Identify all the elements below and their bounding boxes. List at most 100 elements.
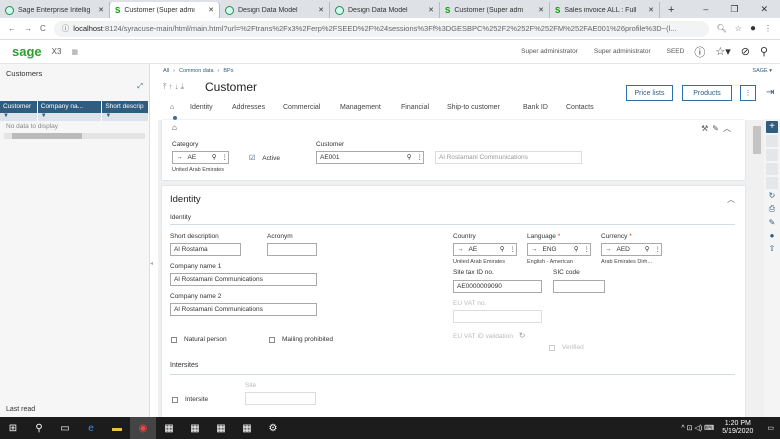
browser-tab[interactable]: Sage Enterprise Intellig ✕ <box>0 2 110 18</box>
company-name-1-field[interactable]: Al Rostamani Communications <box>170 273 317 286</box>
clock[interactable]: 1:20 PM 5/19/2020 <box>722 420 753 436</box>
country-field[interactable]: → AE ⚲ ⋮ <box>453 243 517 256</box>
column-header[interactable]: Company na... <box>38 101 103 113</box>
back-icon[interactable]: ← <box>8 24 16 33</box>
close-tab-icon[interactable]: ✕ <box>318 6 324 14</box>
vertical-scrollbar[interactable] <box>752 120 762 417</box>
forward-icon[interactable]: → <box>24 24 32 33</box>
browser-tab[interactable]: S Customer (Super adm ✕ <box>440 2 550 18</box>
system-tray-icons[interactable]: ^ ⊡ ◁) ⌨ <box>681 424 714 432</box>
collapse-panel-handle[interactable]: ◂ <box>150 260 153 267</box>
acronym-field[interactable] <box>267 243 317 256</box>
zoom-icon[interactable]: 🔍︎ <box>717 24 727 33</box>
currency-field[interactable]: → AED ⚲ ⋮ <box>601 243 662 256</box>
app-icon[interactable]: ▦ <box>234 417 260 439</box>
collapse-section-icon[interactable]: ︿ <box>727 194 735 205</box>
language-field[interactable]: → ENG ⚲ ⋮ <box>527 243 591 256</box>
card-actions[interactable]: ⚒✎︿ <box>701 123 735 134</box>
attachment-icon[interactable]: ✎ <box>764 218 780 227</box>
new-tab-button[interactable]: + <box>660 4 682 18</box>
navigation-icon[interactable]: ⊘ <box>741 45 750 58</box>
search-icon[interactable]: ⚲ <box>760 45 768 58</box>
filter-icon[interactable]: ▼ <box>0 113 38 121</box>
close-tab-icon[interactable]: ✕ <box>98 6 104 14</box>
app-icon[interactable]: ▦ <box>156 417 182 439</box>
maximize-button[interactable]: ❐ <box>730 4 738 15</box>
bookmark-star-icon[interactable]: ☆ <box>735 24 742 33</box>
delete-button[interactable] <box>766 163 778 175</box>
browser-tab[interactable]: Design Data Model ✕ <box>330 2 440 18</box>
breadcrumb-item[interactable]: Common data <box>179 68 214 74</box>
file-explorer-icon[interactable]: ▬ <box>104 417 130 439</box>
tab-identity[interactable]: Identity <box>190 104 232 111</box>
price-lists-button[interactable]: Price lists <box>626 85 673 101</box>
reload-icon[interactable]: C <box>40 24 46 33</box>
filter-icon[interactable]: ▼ <box>102 113 149 121</box>
close-tab-icon[interactable]: ✕ <box>648 6 654 14</box>
sic-code-field[interactable] <box>553 280 605 293</box>
tab-bank-id[interactable]: Bank ID <box>523 104 566 111</box>
close-tab-icon[interactable]: ✕ <box>428 6 434 14</box>
create-button[interactable]: + <box>766 121 778 133</box>
refresh-icon[interactable]: ↻ <box>764 191 780 200</box>
help-icon[interactable]: ⓘ <box>694 44 705 60</box>
user-name[interactable]: Super administrator <box>521 48 578 55</box>
close-tab-icon[interactable]: ✕ <box>538 6 544 14</box>
tab-ship-to-customer[interactable]: Ship-to customer <box>447 104 523 111</box>
breadcrumb-item[interactable]: All <box>163 68 169 74</box>
role-name[interactable]: Super administrator <box>594 48 651 55</box>
search-icon[interactable]: ⚲ <box>26 417 52 439</box>
products-button[interactable]: Products <box>682 85 732 101</box>
browser-tab-active[interactable]: S Customer (Super admi ✕ <box>110 2 220 18</box>
task-view-icon[interactable]: ▭ <box>52 417 78 439</box>
short-description-field[interactable]: Al Rostama <box>170 243 241 256</box>
site-tax-field[interactable]: AE0000009090 <box>453 280 542 293</box>
calendar-icon[interactable]: ▦ <box>71 48 78 56</box>
tab-commercial[interactable]: Commercial <box>283 104 340 111</box>
cancel-button[interactable] <box>766 177 778 189</box>
browser-menu-icon[interactable]: ⋮ <box>764 24 772 33</box>
company-name-2-field[interactable]: Al Rostamani Communications <box>170 303 317 316</box>
horizontal-scrollbar[interactable] <box>4 133 145 139</box>
notifications-icon[interactable]: ▭ <box>767 424 774 432</box>
start-icon[interactable]: ⊞ <box>0 417 26 439</box>
close-window-button[interactable]: ✕ <box>760 4 768 15</box>
comment-icon[interactable]: ● <box>764 231 780 240</box>
expand-icon[interactable]: ⤢ <box>0 83 149 91</box>
mailing-prohibited-checkbox[interactable]: Mailing prohibited <box>269 336 333 343</box>
settings-icon[interactable]: ⚙ <box>260 417 286 439</box>
sage-logo[interactable]: sage <box>12 44 42 59</box>
tab-contacts[interactable]: Contacts <box>566 104 606 111</box>
tab-management[interactable]: Management <box>340 104 401 111</box>
share-icon[interactable]: ⇧ <box>764 244 780 253</box>
tab-addresses[interactable]: Addresses <box>232 104 283 111</box>
chrome-icon[interactable]: ◉ <box>130 417 156 439</box>
active-checkbox[interactable]: ☑ Active <box>249 154 280 163</box>
filter-icon[interactable]: ▼ <box>38 113 103 121</box>
column-header[interactable]: Short descrip <box>102 101 149 113</box>
browser-tab[interactable]: S Sales invoice ALL : Full ✕ <box>550 2 660 18</box>
profile-icon[interactable]: ● <box>750 23 756 34</box>
app-icon[interactable]: ▦ <box>208 417 234 439</box>
customer-field[interactable]: AE001 ⚲ ⋮ <box>316 151 424 164</box>
minimize-button[interactable]: – <box>703 4 708 15</box>
intersite-checkbox[interactable]: Intersite <box>172 396 208 403</box>
record-navigation-icons[interactable]: ⤒↑↓⤓ <box>163 82 186 92</box>
save-button[interactable] <box>766 135 778 147</box>
more-actions-button[interactable]: ⋮ <box>740 85 756 101</box>
print-icon[interactable]: ⎙ <box>764 204 780 214</box>
folder-name[interactable]: SEED <box>667 48 685 55</box>
url-input[interactable]: ⓘ localhost:8124/syracuse-main/html/main.… <box>53 20 709 37</box>
edge-icon[interactable]: e <box>78 417 104 439</box>
natural-person-checkbox[interactable]: Natural person <box>171 336 227 343</box>
favorites-icon[interactable]: ☆▾ <box>715 45 730 58</box>
category-field[interactable]: → AE ⚲ ⋮ <box>172 151 229 164</box>
folder-menu[interactable]: SAGE ▾ <box>752 68 772 74</box>
tab-financial[interactable]: Financial <box>401 104 447 111</box>
column-header[interactable]: Customer <box>0 101 38 113</box>
exit-icon[interactable]: ⇥ <box>766 87 774 98</box>
app-icon[interactable]: ▦ <box>182 417 208 439</box>
validate-button[interactable] <box>766 149 778 161</box>
breadcrumb-item[interactable]: BPs <box>223 68 233 74</box>
close-tab-icon[interactable]: ✕ <box>208 6 214 14</box>
